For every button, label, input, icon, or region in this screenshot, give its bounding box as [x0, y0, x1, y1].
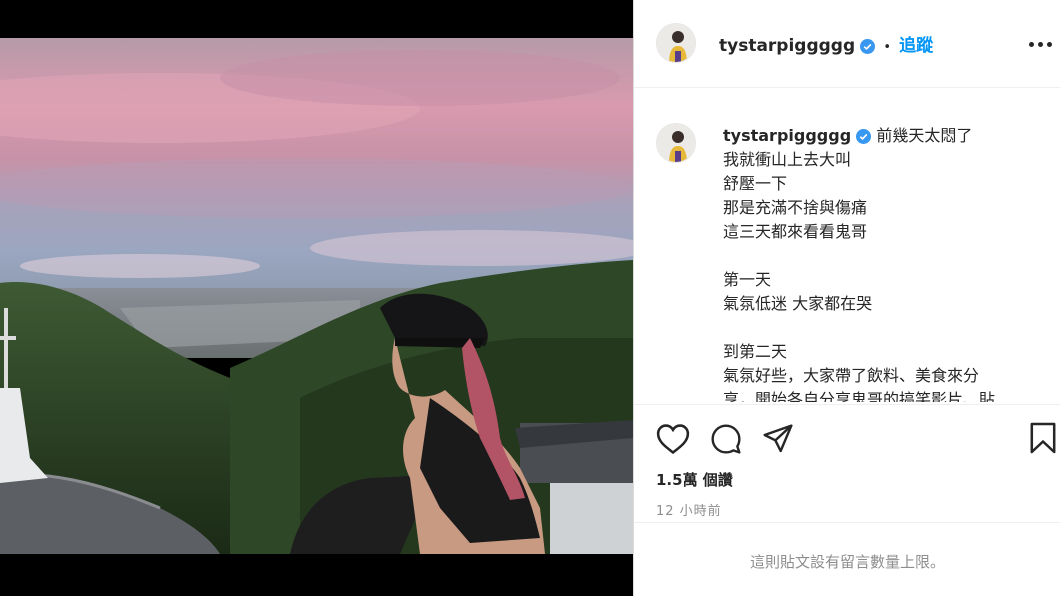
caption-avatar-image: [657, 124, 695, 162]
share-icon[interactable]: [762, 423, 794, 455]
caption-username[interactable]: tystarpiggggg: [723, 126, 851, 145]
caption-line: [723, 244, 1039, 268]
caption-line: 氣氛低迷 大家都在哭: [723, 294, 873, 313]
photo-image: [0, 38, 633, 554]
comments-limited-notice: 這則貼文設有留言數量上限。: [749, 553, 945, 571]
caption-line: 到第二天: [723, 342, 788, 361]
caption-line: [723, 316, 1039, 340]
caption-area[interactable]: tystarpiggggg 前幾天太悶了 我就衝山上去大叫 舒壓一下 那是充滿不…: [634, 100, 1060, 402]
follow-button[interactable]: 追蹤: [899, 36, 933, 56]
avatar-image: [657, 24, 695, 62]
more-icon[interactable]: [1029, 42, 1053, 50]
caption-line: 那是充滿不捨與傷痛: [723, 198, 868, 217]
header-user-row: tystarpiggggg • 追蹤: [719, 31, 933, 56]
likes-count[interactable]: 1.5萬 個讚: [656, 469, 733, 490]
action-bar: 1.5萬 個讚 12 小時前: [634, 404, 1060, 522]
caption-line: 這三天都來看看鬼哥: [723, 222, 868, 241]
caption-line: 舒壓一下: [723, 174, 788, 193]
comment-icon[interactable]: [710, 423, 742, 455]
verified-badge-icon: [860, 39, 876, 54]
caption-text-line: 前幾天太悶了: [876, 126, 973, 145]
heart-icon[interactable]: [656, 423, 690, 455]
username-link[interactable]: tystarpiggggg: [719, 36, 855, 56]
post-photo[interactable]: [0, 38, 633, 554]
post-panel: tystarpiggggg • 追蹤 tystarpiggggg 前幾天太悶了 …: [633, 0, 1060, 596]
caption-line: 享，開始各自分享鬼哥的搞笑影片、貼: [723, 390, 996, 402]
caption-avatar[interactable]: [656, 123, 696, 163]
caption-line: 我就衝山上去大叫: [723, 150, 852, 169]
caption-line: 第一天: [723, 270, 772, 289]
post-header: tystarpiggggg • 追蹤: [634, 0, 1060, 88]
post-timestamp[interactable]: 12 小時前: [656, 500, 722, 519]
caption-line: 氣氛好些，大家帶了飲料、美食來分: [723, 366, 980, 385]
bookmark-icon[interactable]: [1029, 421, 1057, 455]
photo-pane: [0, 0, 633, 596]
comment-footer: 這則貼文設有留言數量上限。: [634, 522, 1060, 596]
verified-badge-icon: [856, 129, 872, 144]
caption-text: tystarpiggggg 前幾天太悶了 我就衝山上去大叫 舒壓一下 那是充滿不…: [723, 124, 1039, 402]
avatar[interactable]: [656, 23, 696, 63]
caption-line: tystarpiggggg 前幾天太悶了: [723, 124, 1039, 148]
separator-dot: •: [883, 40, 892, 55]
